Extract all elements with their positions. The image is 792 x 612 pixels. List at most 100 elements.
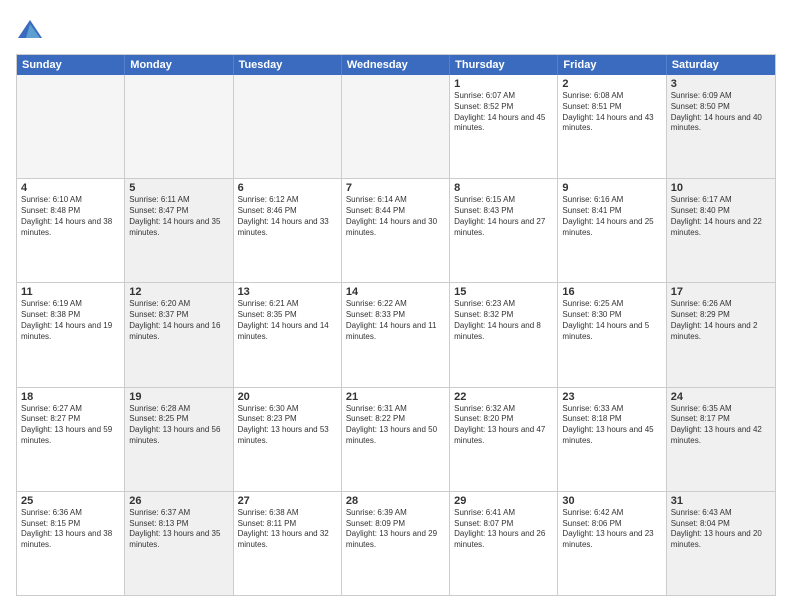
page: SundayMondayTuesdayWednesdayThursdayFrid… (0, 0, 792, 612)
header-day-wednesday: Wednesday (342, 55, 450, 75)
day-cell-6: 6Sunrise: 6:12 AM Sunset: 8:46 PM Daylig… (234, 179, 342, 282)
day-cell-10: 10Sunrise: 6:17 AM Sunset: 8:40 PM Dayli… (667, 179, 775, 282)
day-info: Sunrise: 6:10 AM Sunset: 8:48 PM Dayligh… (21, 195, 120, 238)
day-cell-14: 14Sunrise: 6:22 AM Sunset: 8:33 PM Dayli… (342, 283, 450, 386)
day-cell-1: 1Sunrise: 6:07 AM Sunset: 8:52 PM Daylig… (450, 75, 558, 178)
day-cell-30: 30Sunrise: 6:42 AM Sunset: 8:06 PM Dayli… (558, 492, 666, 595)
day-number: 13 (238, 286, 337, 298)
calendar-row-2: 11Sunrise: 6:19 AM Sunset: 8:38 PM Dayli… (17, 282, 775, 386)
day-info: Sunrise: 6:19 AM Sunset: 8:38 PM Dayligh… (21, 299, 120, 342)
logo-icon (16, 16, 44, 44)
day-number: 20 (238, 391, 337, 403)
day-info: Sunrise: 6:08 AM Sunset: 8:51 PM Dayligh… (562, 91, 661, 134)
day-cell-18: 18Sunrise: 6:27 AM Sunset: 8:27 PM Dayli… (17, 388, 125, 491)
day-cell-24: 24Sunrise: 6:35 AM Sunset: 8:17 PM Dayli… (667, 388, 775, 491)
calendar-body: 1Sunrise: 6:07 AM Sunset: 8:52 PM Daylig… (17, 75, 775, 595)
day-info: Sunrise: 6:42 AM Sunset: 8:06 PM Dayligh… (562, 508, 661, 551)
day-info: Sunrise: 6:07 AM Sunset: 8:52 PM Dayligh… (454, 91, 553, 134)
day-number: 11 (21, 286, 120, 298)
day-cell-20: 20Sunrise: 6:30 AM Sunset: 8:23 PM Dayli… (234, 388, 342, 491)
day-info: Sunrise: 6:35 AM Sunset: 8:17 PM Dayligh… (671, 404, 771, 447)
empty-cell-0-1 (125, 75, 233, 178)
day-cell-12: 12Sunrise: 6:20 AM Sunset: 8:37 PM Dayli… (125, 283, 233, 386)
header (16, 16, 776, 44)
header-day-saturday: Saturday (667, 55, 775, 75)
day-number: 30 (562, 495, 661, 507)
day-info: Sunrise: 6:20 AM Sunset: 8:37 PM Dayligh… (129, 299, 228, 342)
day-number: 26 (129, 495, 228, 507)
day-info: Sunrise: 6:09 AM Sunset: 8:50 PM Dayligh… (671, 91, 771, 134)
day-info: Sunrise: 6:30 AM Sunset: 8:23 PM Dayligh… (238, 404, 337, 447)
day-number: 6 (238, 182, 337, 194)
day-info: Sunrise: 6:11 AM Sunset: 8:47 PM Dayligh… (129, 195, 228, 238)
day-cell-15: 15Sunrise: 6:23 AM Sunset: 8:32 PM Dayli… (450, 283, 558, 386)
day-info: Sunrise: 6:23 AM Sunset: 8:32 PM Dayligh… (454, 299, 553, 342)
day-number: 7 (346, 182, 445, 194)
empty-cell-0-2 (234, 75, 342, 178)
day-cell-9: 9Sunrise: 6:16 AM Sunset: 8:41 PM Daylig… (558, 179, 666, 282)
day-number: 9 (562, 182, 661, 194)
calendar-header: SundayMondayTuesdayWednesdayThursdayFrid… (17, 55, 775, 75)
day-number: 25 (21, 495, 120, 507)
day-number: 21 (346, 391, 445, 403)
day-number: 2 (562, 78, 661, 90)
day-number: 18 (21, 391, 120, 403)
day-number: 17 (671, 286, 771, 298)
day-number: 27 (238, 495, 337, 507)
day-info: Sunrise: 6:36 AM Sunset: 8:15 PM Dayligh… (21, 508, 120, 551)
day-cell-11: 11Sunrise: 6:19 AM Sunset: 8:38 PM Dayli… (17, 283, 125, 386)
header-day-friday: Friday (558, 55, 666, 75)
day-info: Sunrise: 6:21 AM Sunset: 8:35 PM Dayligh… (238, 299, 337, 342)
empty-cell-0-0 (17, 75, 125, 178)
header-day-monday: Monday (125, 55, 233, 75)
day-number: 29 (454, 495, 553, 507)
day-cell-21: 21Sunrise: 6:31 AM Sunset: 8:22 PM Dayli… (342, 388, 450, 491)
day-number: 3 (671, 78, 771, 90)
header-day-thursday: Thursday (450, 55, 558, 75)
day-info: Sunrise: 6:31 AM Sunset: 8:22 PM Dayligh… (346, 404, 445, 447)
day-cell-28: 28Sunrise: 6:39 AM Sunset: 8:09 PM Dayli… (342, 492, 450, 595)
header-day-tuesday: Tuesday (234, 55, 342, 75)
day-info: Sunrise: 6:38 AM Sunset: 8:11 PM Dayligh… (238, 508, 337, 551)
day-number: 8 (454, 182, 553, 194)
day-cell-22: 22Sunrise: 6:32 AM Sunset: 8:20 PM Dayli… (450, 388, 558, 491)
header-day-sunday: Sunday (17, 55, 125, 75)
day-cell-19: 19Sunrise: 6:28 AM Sunset: 8:25 PM Dayli… (125, 388, 233, 491)
day-info: Sunrise: 6:37 AM Sunset: 8:13 PM Dayligh… (129, 508, 228, 551)
day-number: 22 (454, 391, 553, 403)
day-number: 14 (346, 286, 445, 298)
day-number: 23 (562, 391, 661, 403)
day-info: Sunrise: 6:33 AM Sunset: 8:18 PM Dayligh… (562, 404, 661, 447)
day-number: 28 (346, 495, 445, 507)
day-info: Sunrise: 6:26 AM Sunset: 8:29 PM Dayligh… (671, 299, 771, 342)
day-cell-2: 2Sunrise: 6:08 AM Sunset: 8:51 PM Daylig… (558, 75, 666, 178)
day-cell-16: 16Sunrise: 6:25 AM Sunset: 8:30 PM Dayli… (558, 283, 666, 386)
day-info: Sunrise: 6:43 AM Sunset: 8:04 PM Dayligh… (671, 508, 771, 551)
calendar-row-4: 25Sunrise: 6:36 AM Sunset: 8:15 PM Dayli… (17, 491, 775, 595)
day-number: 31 (671, 495, 771, 507)
day-info: Sunrise: 6:32 AM Sunset: 8:20 PM Dayligh… (454, 404, 553, 447)
day-number: 16 (562, 286, 661, 298)
day-cell-23: 23Sunrise: 6:33 AM Sunset: 8:18 PM Dayli… (558, 388, 666, 491)
calendar-row-1: 4Sunrise: 6:10 AM Sunset: 8:48 PM Daylig… (17, 178, 775, 282)
day-number: 4 (21, 182, 120, 194)
day-cell-7: 7Sunrise: 6:14 AM Sunset: 8:44 PM Daylig… (342, 179, 450, 282)
day-info: Sunrise: 6:15 AM Sunset: 8:43 PM Dayligh… (454, 195, 553, 238)
day-info: Sunrise: 6:41 AM Sunset: 8:07 PM Dayligh… (454, 508, 553, 551)
day-number: 1 (454, 78, 553, 90)
day-cell-4: 4Sunrise: 6:10 AM Sunset: 8:48 PM Daylig… (17, 179, 125, 282)
calendar: SundayMondayTuesdayWednesdayThursdayFrid… (16, 54, 776, 596)
logo (16, 16, 48, 44)
day-info: Sunrise: 6:12 AM Sunset: 8:46 PM Dayligh… (238, 195, 337, 238)
day-number: 5 (129, 182, 228, 194)
calendar-row-0: 1Sunrise: 6:07 AM Sunset: 8:52 PM Daylig… (17, 75, 775, 178)
day-number: 15 (454, 286, 553, 298)
day-number: 24 (671, 391, 771, 403)
day-info: Sunrise: 6:28 AM Sunset: 8:25 PM Dayligh… (129, 404, 228, 447)
day-cell-25: 25Sunrise: 6:36 AM Sunset: 8:15 PM Dayli… (17, 492, 125, 595)
day-info: Sunrise: 6:22 AM Sunset: 8:33 PM Dayligh… (346, 299, 445, 342)
day-info: Sunrise: 6:39 AM Sunset: 8:09 PM Dayligh… (346, 508, 445, 551)
day-number: 12 (129, 286, 228, 298)
day-cell-31: 31Sunrise: 6:43 AM Sunset: 8:04 PM Dayli… (667, 492, 775, 595)
day-info: Sunrise: 6:25 AM Sunset: 8:30 PM Dayligh… (562, 299, 661, 342)
